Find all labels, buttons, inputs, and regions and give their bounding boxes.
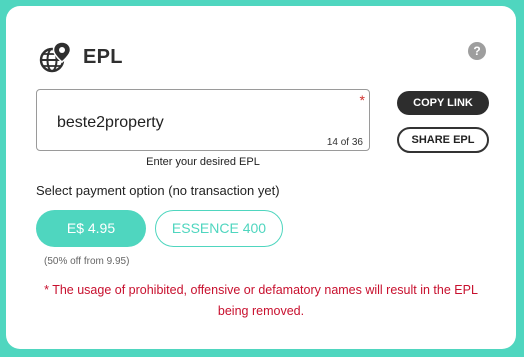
pay-price-button[interactable]: E$ 4.95 <box>36 210 146 247</box>
discount-note: (50% off from 9.95) <box>44 256 130 267</box>
epl-input-value[interactable]: beste2property <box>57 114 164 132</box>
epl-dialog: EPL ? beste2property * 14 of 36 Enter yo… <box>6 6 516 349</box>
required-marker: * <box>359 92 365 108</box>
pay-essence-button[interactable]: ESSENCE 400 <box>155 210 283 247</box>
epl-input-hint: Enter your desired EPL <box>146 156 260 168</box>
dialog-header: EPL <box>38 40 123 74</box>
epl-input[interactable]: beste2property * 14 of 36 <box>36 89 370 151</box>
globe-location-icon <box>39 41 72 73</box>
dialog-title: EPL <box>83 45 123 68</box>
help-icon[interactable]: ? <box>468 42 486 60</box>
character-counter: 14 of 36 <box>326 137 363 148</box>
copy-link-button[interactable]: COPY LINK <box>397 91 489 115</box>
payment-option-label: Select payment option (no transaction ye… <box>36 183 280 198</box>
share-epl-button[interactable]: SHARE EPL <box>397 127 489 153</box>
warning-message: * The usage of prohibited, offensive or … <box>44 283 478 318</box>
